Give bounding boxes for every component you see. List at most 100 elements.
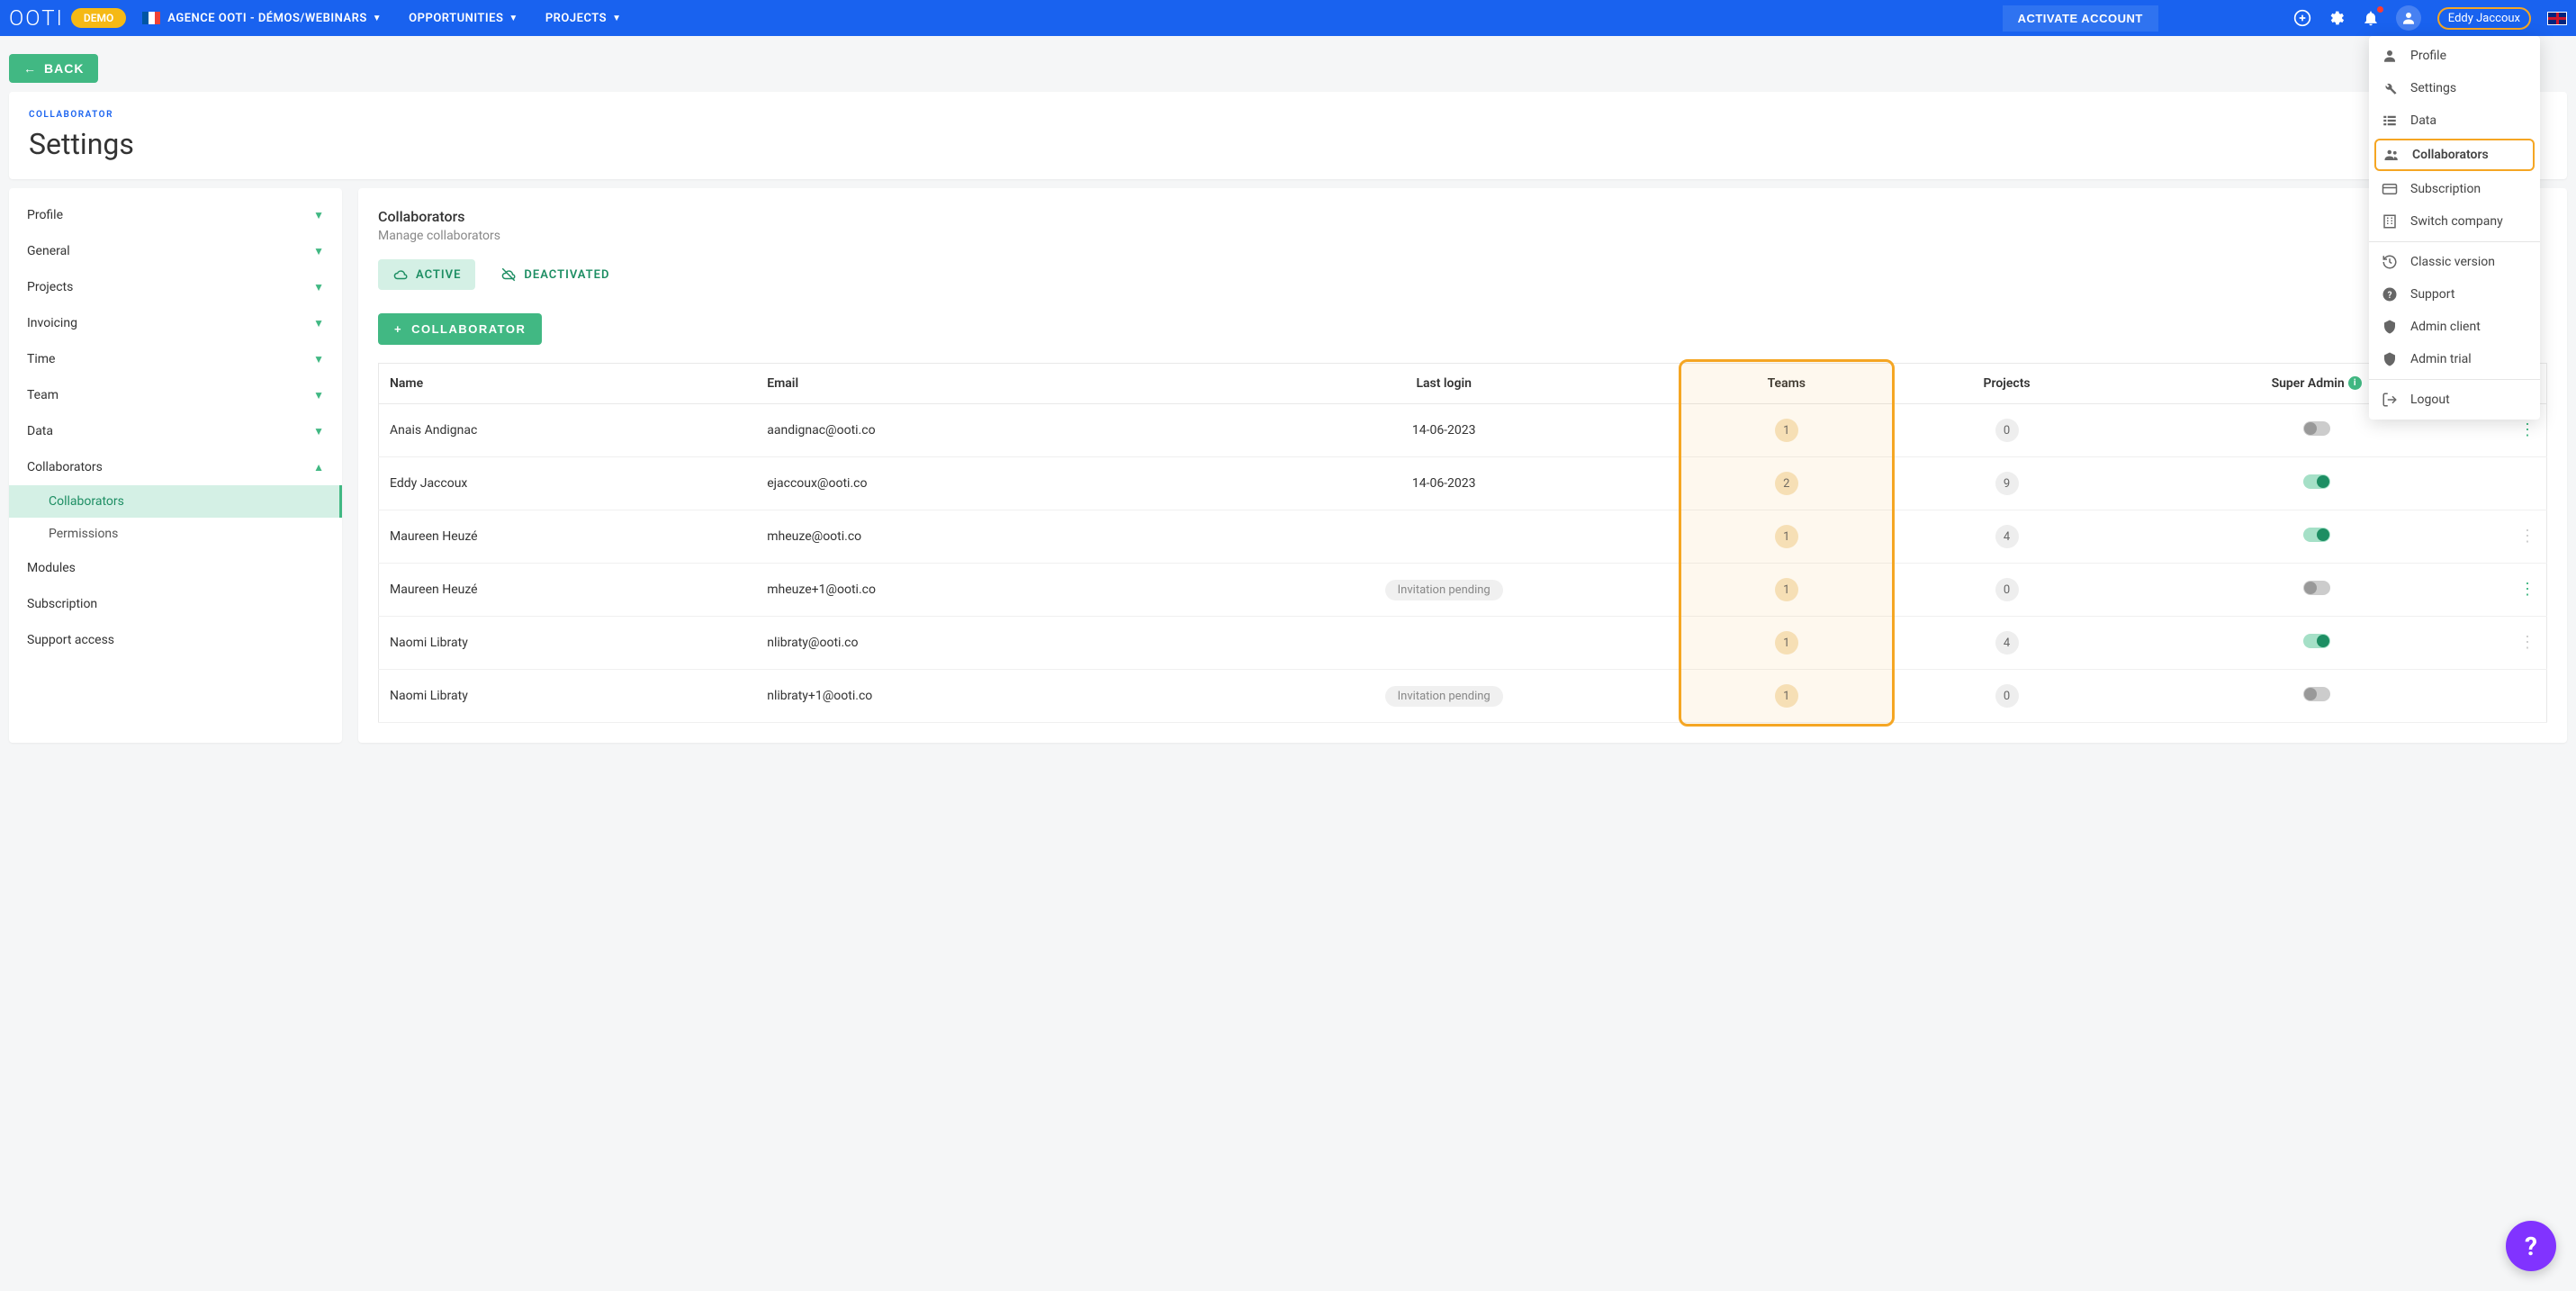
more-icon[interactable]: ⋮ bbox=[2519, 420, 2535, 439]
nav-opportunities[interactable]: OPPORTUNITIES ▼ bbox=[409, 12, 518, 25]
super-admin-toggle[interactable] bbox=[2303, 421, 2330, 436]
sidebar-item-time[interactable]: Time▼ bbox=[9, 341, 342, 377]
dropdown-classic-version[interactable]: Classic version bbox=[2369, 246, 2540, 278]
dropdown-data[interactable]: Data bbox=[2369, 104, 2540, 137]
sidebar-item-general[interactable]: General▼ bbox=[9, 233, 342, 269]
teams-count-pill[interactable]: 1 bbox=[1775, 684, 1798, 708]
dropdown-admin-client[interactable]: Admin client bbox=[2369, 311, 2540, 343]
sidebar-item-support-access[interactable]: Support access bbox=[9, 622, 342, 658]
chevron-down-icon: ▼ bbox=[373, 14, 382, 23]
status-tabs: ACTIVE DEACTIVATED bbox=[378, 259, 2547, 290]
table-row[interactable]: Naomi Libratynlibraty+1@ooti.coInvitatio… bbox=[379, 670, 2547, 723]
chevron-down-icon: ▼ bbox=[313, 317, 324, 330]
gear-icon[interactable] bbox=[2328, 9, 2346, 27]
avatar-icon[interactable] bbox=[2396, 5, 2421, 31]
activate-account-button[interactable]: ACTIVATE ACCOUNT bbox=[2003, 5, 2158, 32]
tab-active[interactable]: ACTIVE bbox=[378, 259, 475, 290]
cell-email: mheuze+1@ooti.co bbox=[756, 564, 1203, 617]
cell-projects: 4 bbox=[1889, 617, 2124, 670]
projects-count-pill[interactable]: 9 bbox=[1995, 472, 2019, 495]
org-switcher[interactable]: AGENCE OOTI - DÉMOS/WEBINARS ▼ bbox=[167, 12, 382, 25]
sidebar-item-team[interactable]: Team▼ bbox=[9, 377, 342, 413]
cell-more bbox=[2508, 670, 2547, 723]
sidebar-item-modules[interactable]: Modules bbox=[9, 550, 342, 586]
projects-count-pill[interactable]: 0 bbox=[1995, 419, 2019, 442]
flag-uk-icon[interactable] bbox=[2547, 12, 2567, 25]
dropdown-profile[interactable]: Profile bbox=[2369, 40, 2540, 72]
table-row[interactable]: Naomi Libratynlibraty@ooti.co14⋮ bbox=[379, 617, 2547, 670]
add-icon[interactable] bbox=[2293, 9, 2311, 27]
projects-count-pill[interactable]: 0 bbox=[1995, 684, 2019, 708]
teams-count-pill[interactable]: 1 bbox=[1775, 578, 1798, 601]
super-admin-toggle[interactable] bbox=[2303, 528, 2330, 542]
info-icon[interactable]: i bbox=[2348, 376, 2362, 390]
table-row[interactable]: Maureen Heuzémheuze@ooti.co 1 4 ⋮ bbox=[379, 510, 2547, 564]
dropdown-switch-company[interactable]: Switch company bbox=[2369, 205, 2540, 238]
sidebar-item-profile[interactable]: Profile▼ bbox=[9, 197, 342, 233]
more-icon[interactable]: ⋮ bbox=[2519, 580, 2535, 599]
col-name[interactable]: Name bbox=[379, 364, 757, 404]
super-admin-toggle[interactable] bbox=[2303, 634, 2330, 648]
table-row[interactable]: Eddy Jaccouxejaccoux@ooti.co14-06-202329 bbox=[379, 457, 2547, 510]
table-row[interactable]: Anais Andignacaandignac@ooti.co14-06-202… bbox=[379, 404, 2547, 457]
teams-count-pill[interactable]: 1 bbox=[1775, 419, 1798, 442]
cell-admin bbox=[2124, 510, 2508, 564]
cell-projects: 4 bbox=[1889, 510, 2124, 564]
cell-name: Anais Andignac bbox=[379, 404, 757, 457]
sidebar-item-subscription[interactable]: Subscription bbox=[9, 586, 342, 622]
back-button[interactable]: ← BACK bbox=[9, 54, 98, 83]
breadcrumb: COLLABORATOR bbox=[29, 110, 2547, 120]
dropdown-logout[interactable]: Logout bbox=[2369, 384, 2540, 416]
cell-email: mheuze@ooti.co bbox=[756, 510, 1203, 564]
projects-count-pill[interactable]: 4 bbox=[1995, 525, 2019, 548]
super-admin-toggle[interactable] bbox=[2303, 581, 2330, 595]
org-name: AGENCE OOTI - DÉMOS/WEBINARS bbox=[167, 12, 366, 25]
col-projects[interactable]: Projects bbox=[1889, 364, 2124, 404]
nav-projects[interactable]: PROJECTS ▼ bbox=[545, 12, 622, 25]
teams-count-pill[interactable]: 1 bbox=[1775, 525, 1798, 548]
page-title: Settings bbox=[29, 127, 2547, 161]
super-admin-toggle[interactable] bbox=[2303, 474, 2330, 489]
cell-more: ⋮ bbox=[2508, 617, 2547, 670]
sidebar-item-data[interactable]: Data▼ bbox=[9, 413, 342, 449]
dropdown-subscription[interactable]: Subscription bbox=[2369, 173, 2540, 205]
cell-last-login: 14-06-2023 bbox=[1204, 404, 1684, 457]
projects-count-pill[interactable]: 4 bbox=[1995, 631, 2019, 655]
cell-last-login bbox=[1204, 617, 1684, 670]
history-icon bbox=[2382, 254, 2401, 270]
cell-teams: 1 bbox=[1684, 564, 1889, 617]
dropdown-collaborators[interactable]: Collaborators bbox=[2374, 139, 2535, 171]
dropdown-admin-trial[interactable]: Admin trial bbox=[2369, 343, 2540, 375]
col-last-login[interactable]: Last login bbox=[1204, 364, 1684, 404]
col-teams[interactable]: Teams bbox=[1684, 364, 1889, 404]
list-icon bbox=[2382, 113, 2401, 129]
teams-count-pill[interactable]: 2 bbox=[1775, 472, 1798, 495]
cell-projects: 9 bbox=[1889, 457, 2124, 510]
sidebar-item-projects[interactable]: Projects▼ bbox=[9, 269, 342, 305]
settings-sidebar: Profile▼ General▼ Projects▼ Invoicing▼ T… bbox=[9, 188, 342, 743]
sidebar-sub-collaborators[interactable]: Collaborators bbox=[9, 485, 342, 518]
dropdown-support[interactable]: ?Support bbox=[2369, 278, 2540, 311]
bell-icon[interactable] bbox=[2362, 9, 2380, 27]
chevron-down-icon: ▼ bbox=[509, 14, 518, 23]
cell-name: Maureen Heuzé bbox=[379, 510, 757, 564]
add-collaborator-button[interactable]: + COLLABORATOR bbox=[378, 313, 542, 345]
tab-deactivated[interactable]: DEACTIVATED bbox=[486, 259, 624, 290]
cloud-icon bbox=[392, 266, 409, 283]
sidebar-item-collaborators[interactable]: Collaborators▲ bbox=[9, 449, 342, 485]
dropdown-settings[interactable]: Settings bbox=[2369, 72, 2540, 104]
projects-count-pill[interactable]: 0 bbox=[1995, 578, 2019, 601]
user-name-button[interactable]: Eddy Jaccoux bbox=[2437, 7, 2531, 30]
help-fab-button[interactable]: ? bbox=[2506, 1221, 2556, 1271]
sidebar-sub-permissions[interactable]: Permissions bbox=[9, 518, 342, 550]
sidebar-item-invoicing[interactable]: Invoicing▼ bbox=[9, 305, 342, 341]
more-icon[interactable]: ⋮ bbox=[2519, 527, 2535, 546]
collaborators-table: Name Email Last login Teams Projects Sup… bbox=[378, 363, 2547, 723]
super-admin-toggle[interactable] bbox=[2303, 687, 2330, 701]
table-row[interactable]: Maureen Heuzémheuze+1@ooti.coInvitation … bbox=[379, 564, 2547, 617]
col-email[interactable]: Email bbox=[756, 364, 1203, 404]
more-icon[interactable]: ⋮ bbox=[2519, 633, 2535, 652]
building-icon bbox=[2382, 213, 2401, 230]
teams-count-pill[interactable]: 1 bbox=[1775, 631, 1798, 655]
cell-admin bbox=[2124, 564, 2508, 617]
